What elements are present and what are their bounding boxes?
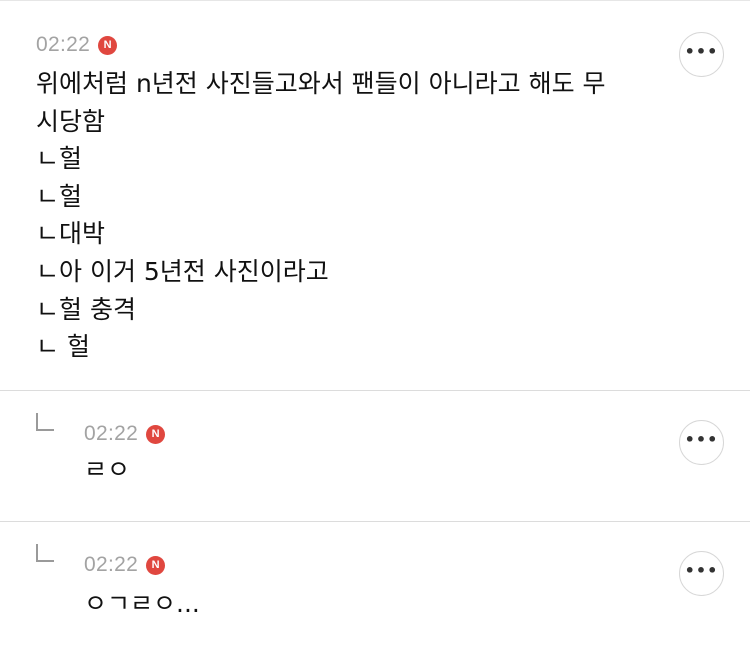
comment-line: ㄹㅇ <box>84 455 131 484</box>
comment-line: ㄴ아 이거 5년전 사진이라고 <box>36 256 329 286</box>
ellipsis-icon: ••• <box>684 429 719 449</box>
comment-line: ㄴ대박 <box>36 219 106 249</box>
more-options-button[interactable]: ••• <box>679 420 724 465</box>
new-badge: N <box>146 555 166 575</box>
comment-line: ㄴ헐 <box>36 144 83 174</box>
comment-line: ㄴ헐 충격 <box>36 294 136 324</box>
more-options-button[interactable]: ••• <box>679 32 724 77</box>
comment-line: ㄴ헐 <box>36 181 83 211</box>
new-badge: N <box>98 35 118 55</box>
comment-body: ㄹㅇ <box>84 451 130 489</box>
more-options-button[interactable]: ••• <box>679 551 724 596</box>
comment-time: 02:22 <box>84 422 139 445</box>
ellipsis-icon: ••• <box>684 560 719 580</box>
comment-line: ㅇㄱㄹㅇ... <box>84 589 200 618</box>
reply-arrow-icon <box>36 413 54 431</box>
ellipsis-icon: ••• <box>684 41 719 61</box>
comment: 02:22 N ••• 위에처럼 n년전 사진들고와서 팬들이 아니라고 해도 … <box>0 0 750 390</box>
comment-time: 02:22 <box>84 553 139 576</box>
reply-comment: 02:22 N ••• ㄹㅇ <box>0 390 750 521</box>
reply-comment: 02:22 N ••• ㅇㄱㄹㅇ... <box>0 521 750 647</box>
comment-line: 위에처럼 n년전 사진들고와서 팬들이 아니라고 해도 무 <box>36 69 606 98</box>
comment-time: 02:22 <box>36 33 91 56</box>
comment-meta: 02:22 N <box>84 552 166 578</box>
comment-meta: 02:22 N <box>36 32 118 58</box>
comment-body: ㅇㄱㄹㅇ... <box>84 585 200 623</box>
comment-line: 시당함 <box>36 106 106 136</box>
comment-line: ㄴ 헐 <box>36 332 90 362</box>
comment-meta: 02:22 N <box>84 421 166 447</box>
new-badge: N <box>146 424 166 444</box>
reply-arrow-icon <box>36 544 54 562</box>
comment-body: 위에처럼 n년전 사진들고와서 팬들이 아니라고 해도 무 시당함 ㄴ헐 ㄴ헐 … <box>36 65 606 366</box>
